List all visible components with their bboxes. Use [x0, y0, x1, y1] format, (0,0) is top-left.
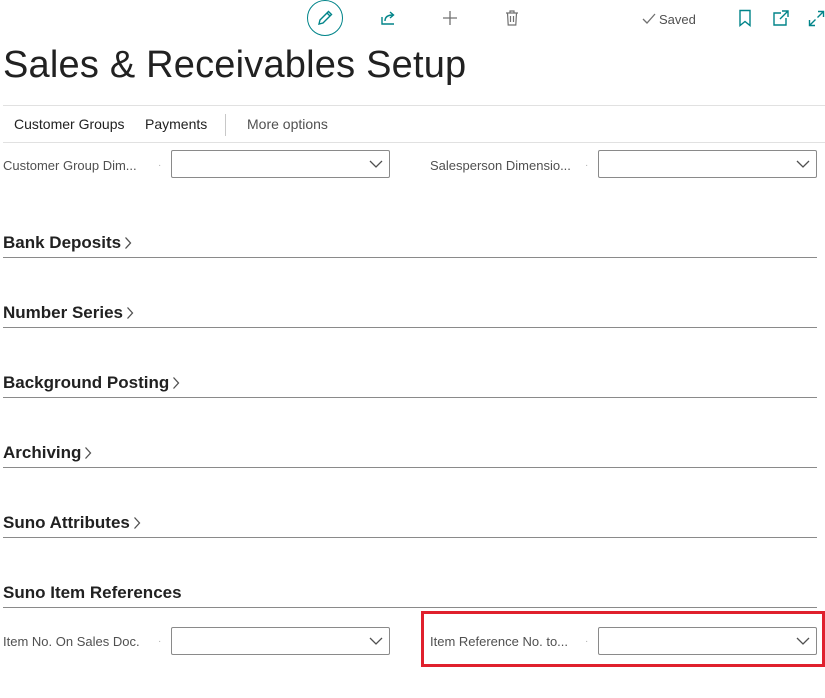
edit-button[interactable] [307, 0, 343, 36]
item-no-on-sales-doc-select[interactable] [171, 627, 390, 655]
customer-group-dimension-select[interactable] [171, 150, 390, 178]
section-suno-item-references: Suno Item References [3, 568, 817, 608]
saved-label: Saved [659, 11, 696, 27]
chevron-right-icon [133, 517, 141, 529]
chevron-right-icon [173, 377, 180, 389]
page-title: Sales & Receivables Setup [3, 44, 467, 86]
more-options-action[interactable]: More options [247, 106, 328, 143]
section-number-series: Number Series [3, 288, 817, 328]
share-icon [381, 11, 395, 25]
saved-status: Saved [642, 10, 696, 28]
section-title-label: Suno Item References [3, 583, 182, 602]
bookmark-button[interactable] [735, 6, 755, 30]
new-button[interactable] [438, 6, 462, 30]
section-archiving: Archiving [3, 428, 817, 468]
field-dots: · [158, 160, 163, 171]
field-dots: · [585, 160, 590, 171]
highlight-box [421, 611, 825, 667]
top-toolbar: Saved [0, 0, 825, 40]
archiving-header[interactable]: Archiving [3, 443, 92, 463]
section-title-label: Background Posting [3, 373, 170, 392]
checkmark-icon [642, 13, 656, 24]
expand-icon [808, 10, 824, 26]
section-title-label: Suno Attributes [3, 513, 130, 532]
plus-icon [443, 11, 457, 25]
chevron-right-icon [85, 447, 92, 459]
chevron-right-icon [127, 307, 134, 319]
customer-groups-action[interactable]: Customer Groups [14, 106, 124, 143]
section-title-label: Number Series [3, 303, 123, 322]
payments-action[interactable]: Payments [145, 106, 207, 143]
background-posting-header[interactable]: Background Posting [3, 373, 180, 393]
delete-button[interactable] [500, 6, 524, 30]
bank-deposits-header[interactable]: Bank Deposits [3, 233, 132, 253]
expand-button[interactable] [806, 6, 825, 30]
number-series-header[interactable]: Number Series [3, 303, 134, 323]
suno-attributes-header[interactable]: Suno Attributes [3, 513, 141, 533]
salesperson-dimension-select[interactable] [598, 150, 817, 178]
section-title-label: Archiving [3, 443, 82, 462]
pencil-icon [318, 10, 333, 25]
section-background-posting: Background Posting [3, 358, 817, 398]
section-title-label: Bank Deposits [3, 233, 122, 252]
action-bar: Customer Groups Payments More options [3, 105, 825, 143]
section-bank-deposits: Bank Deposits [3, 218, 817, 258]
section-suno-attributes: Suno Attributes [3, 498, 817, 538]
open-new-window-button[interactable] [770, 6, 792, 30]
action-divider [225, 114, 226, 136]
chevron-right-icon [125, 237, 132, 249]
customer-group-dimension-label: Customer Group Dim... [3, 158, 137, 173]
bookmark-icon [739, 9, 751, 27]
trash-icon [506, 10, 518, 26]
chevron-down-icon [796, 160, 810, 168]
salesperson-dimension-label: Salesperson Dimensio... [430, 158, 571, 173]
chevron-down-icon [369, 637, 383, 645]
chevron-down-icon [369, 160, 383, 168]
share-button[interactable] [376, 6, 400, 30]
field-dots: · [158, 636, 163, 647]
item-no-on-sales-doc-label: Item No. On Sales Doc. [3, 634, 140, 649]
suno-item-references-header[interactable]: Suno Item References [3, 583, 182, 603]
popout-icon [773, 10, 789, 26]
